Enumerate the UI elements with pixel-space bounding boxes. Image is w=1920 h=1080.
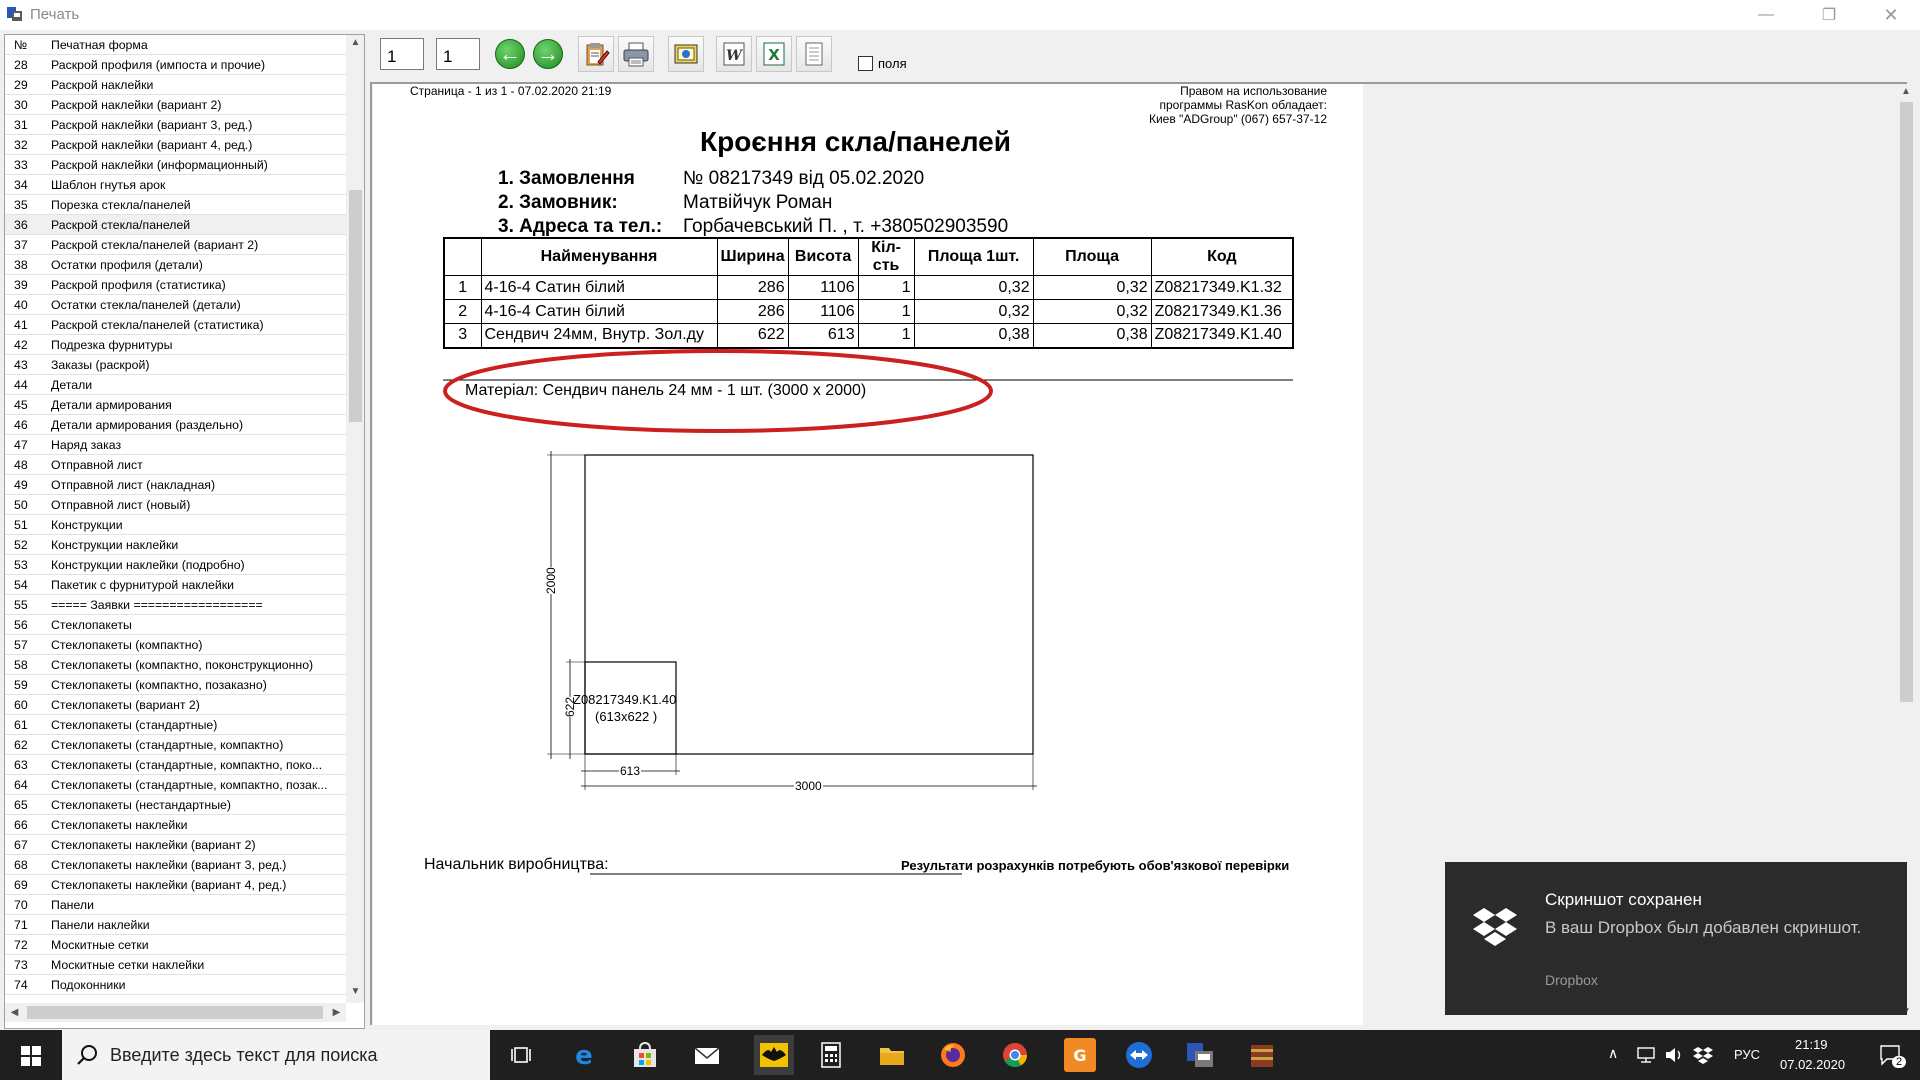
volume-icon[interactable] bbox=[1664, 1046, 1684, 1064]
dropbox-icon bbox=[1473, 908, 1517, 946]
signature-label: Начальник виробництва: bbox=[424, 856, 609, 873]
chevron-up-icon[interactable]: ∧ bbox=[1608, 1045, 1618, 1062]
toast-source: Dropbox bbox=[1545, 972, 1598, 988]
notifications-count: 2 bbox=[1892, 1056, 1907, 1068]
disclaimer-text: Результати розрахунків потребують обов'я… bbox=[901, 858, 1290, 873]
dropbox-tray-icon[interactable] bbox=[1692, 1046, 1714, 1064]
firefox-icon[interactable] bbox=[938, 1040, 968, 1070]
file-explorer-icon[interactable] bbox=[877, 1040, 907, 1070]
edge-browser-icon[interactable]: e bbox=[569, 1040, 599, 1070]
input-language[interactable]: РУС bbox=[1734, 1047, 1760, 1062]
svg-text:e: e bbox=[575, 1041, 593, 1070]
piece-size-label: (613x622 ) bbox=[595, 709, 658, 724]
search-placeholder: Введите здесь текст для поиска bbox=[110, 1045, 378, 1065]
windows-start-icon[interactable] bbox=[21, 1046, 41, 1066]
calculator-icon[interactable] bbox=[816, 1040, 846, 1070]
chrome-icon[interactable] bbox=[1000, 1040, 1030, 1070]
taskbar: Введите здесь текст для поиска e G ∧ РУС… bbox=[0, 1030, 1920, 1080]
dropbox-notification[interactable]: Скриншот сохранен В ваш Dropbox был доба… bbox=[1445, 862, 1907, 1015]
teamviewer-icon[interactable] bbox=[1124, 1040, 1154, 1070]
task-view-icon[interactable] bbox=[507, 1040, 537, 1070]
store-icon[interactable] bbox=[630, 1040, 660, 1070]
taskbar-search-box[interactable]: Введите здесь текст для поиска bbox=[62, 1030, 490, 1080]
toast-title: Скриншот сохранен bbox=[1545, 890, 1702, 909]
network-icon[interactable] bbox=[1636, 1046, 1656, 1064]
raskon-print-icon[interactable] bbox=[1185, 1040, 1215, 1070]
piece-outline bbox=[584, 661, 677, 755]
highlight-ellipse bbox=[443, 349, 993, 433]
sheet-height-label: 2000 bbox=[544, 567, 558, 594]
svg-text:G: G bbox=[1073, 1046, 1086, 1065]
clock-date[interactable]: 07.02.2020 bbox=[1780, 1057, 1845, 1072]
system-tray: ∧ РУС 21:19 07.02.2020 2 bbox=[1600, 1030, 1920, 1080]
sheet-width-label: 3000 bbox=[794, 779, 823, 793]
piece-width-label: 613 bbox=[619, 764, 642, 778]
search-icon bbox=[77, 1045, 97, 1065]
app-bat-icon[interactable] bbox=[754, 1035, 794, 1075]
mail-icon[interactable] bbox=[692, 1040, 722, 1070]
toast-body: В ваш Dropbox был добавлен скриншот. bbox=[1545, 918, 1862, 937]
archive-app-icon[interactable] bbox=[1247, 1040, 1277, 1070]
clock-time[interactable]: 21:19 bbox=[1795, 1037, 1828, 1052]
pdf-app-icon[interactable]: G bbox=[1062, 1036, 1098, 1074]
piece-code-label: Z08217349.K1.40 bbox=[573, 692, 677, 707]
